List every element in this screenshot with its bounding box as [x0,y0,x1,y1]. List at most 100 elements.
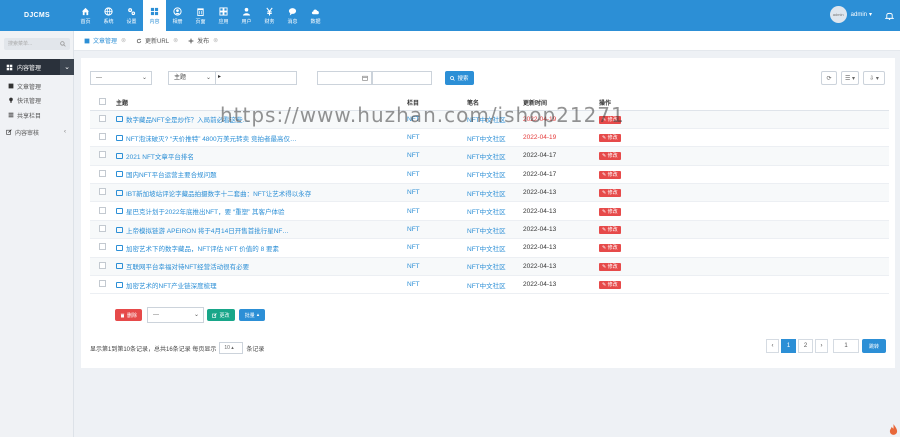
table-row[interactable]: 星巴克计划于2022年底推出NFT，要 “重塑” 其客户体验 NFT NFT中文社区… [90,201,889,221]
search-button[interactable]: 搜索 [445,71,474,85]
sidebar-item-shared[interactable]: 共享栏目 [0,109,74,121]
tab-publish[interactable]: 发布 ⊗ [188,36,218,45]
category-cell: NFT [407,165,467,185]
article-title-link[interactable]: 星巴克计划于2022年底推出NFT，要 “重塑” 其客户体验 [116,206,407,216]
edit-button[interactable]: ✎ 修改 [599,170,621,179]
tab-articles[interactable]: 文章管理 ⊗ [84,36,126,45]
change-label: 更改 [219,312,230,319]
table-row[interactable]: 数字藏品NFT全是炒作？入局前必看这些… NFT NFT中文社区 2022-04-19… [90,110,889,129]
nav-item-data[interactable]: 数据 [304,0,327,31]
bulk-category-select[interactable]: --- ⌄ [147,307,204,323]
date-start-input[interactable] [317,71,372,85]
col-author[interactable]: 笔名 [467,96,523,111]
nav-item-home[interactable]: 首页 [74,0,97,31]
article-title-link[interactable]: 加密艺术的NFT产业链深度梳理 [116,280,407,290]
page-size-select[interactable]: 10 ▴ [219,342,244,354]
article-title-link[interactable]: 数字藏品NFT全是炒作？入局前必看这些… [116,114,407,124]
image-icon [116,134,123,141]
table-row[interactable]: 2021 NFT文章平台排名 NFT NFT中文社区 2022-04-17 ✎ 修改 [90,146,889,166]
article-title-link[interactable]: 互联网平台幸福对待NFT经营活动很有必要 [116,261,407,271]
row-checkbox[interactable] [99,261,106,269]
title-cell: 上帝模拟链游 APEIRON 将于4月14日开售首批行星NF… [116,220,407,240]
nav-item-system[interactable]: 系统 [97,0,120,31]
refresh-button[interactable]: ⟳ [821,71,837,85]
tab-update-url[interactable]: 更新URL ⊗ [136,36,178,45]
table-row[interactable]: IBT新加坡站评论字藏品拍摄数字十二套曲：NFT让艺术得以永存 NFT NFT中文社… [90,183,889,203]
edit-button[interactable]: ✎ 修改 [599,152,621,161]
col-title[interactable]: 主题 [116,96,407,111]
category-select[interactable]: --- ⌄ [90,71,152,85]
page-2[interactable]: 2 [798,339,813,353]
nav-item-messages[interactable]: 消息 [281,0,304,31]
close-icon[interactable]: ⊗ [173,37,178,44]
row-checkbox[interactable] [99,169,106,177]
nav-item-settings[interactable]: 设置 [120,0,143,31]
table-row[interactable]: 上帝模拟链游 APEIRON 将于4月14日开售首批行星NF… NFT NFT中文社… [90,220,889,240]
export-button[interactable]: ⇩ ▾ [863,71,885,85]
article-title-link[interactable]: 加密艺术下的数字藏品，NFT评估 NFT 价值的 8 要素 [116,243,407,253]
user-menu[interactable]: admin admin ▾ [829,6,872,23]
close-icon[interactable]: ⊗ [121,37,126,44]
close-icon[interactable]: ⊗ [213,37,218,44]
edit-button[interactable]: ✎ 修改 [599,115,621,124]
delete-button[interactable]: 删除 [115,309,142,321]
date-end-input[interactable] [372,71,432,85]
keyword-input[interactable]: ▸ [215,71,297,85]
edit-button[interactable]: ✎ 修改 [599,189,621,198]
edit-button[interactable]: ✎ 修改 [599,281,621,290]
page-jump-button[interactable]: 跳转 [862,339,886,353]
page-prev[interactable]: ‹ [766,339,779,353]
nav-item-page[interactable]: 页面 [189,0,212,31]
app-logo[interactable]: DJCMS [0,0,74,31]
sidebar-menu-content[interactable]: 内容管理 ⌄ [0,59,74,75]
row-checkbox[interactable] [99,188,106,196]
article-title-link[interactable]: 国内NFT平台运营主要合规问题 [116,169,407,179]
col-category[interactable]: 栏目 [407,96,467,111]
row-checkbox[interactable] [99,225,106,233]
row-checkbox[interactable] [99,151,106,159]
table-row[interactable]: 互联网平台幸福对待NFT经营活动很有必要 NFT NFT中文社区 2022-04-13… [90,257,889,277]
select-all-checkbox[interactable] [99,98,106,106]
nav-item-album[interactable]: 相册 [166,0,189,31]
article-title-link[interactable]: 上帝模拟链游 APEIRON 将于4月14日开售首批行星NF… [116,225,407,235]
edit-button[interactable]: ✎ 修改 [599,134,621,143]
nav-item-finance[interactable]: 财务 [258,0,281,31]
edit-button[interactable]: ✎ 修改 [599,207,621,216]
row-checkbox[interactable] [99,133,106,141]
sidebar-item-label: 文章管理 [17,84,42,91]
table-row[interactable]: NFT泡沫破灭? “天价推特” 4800万美元转卖 竞拍者最高仅… NFT NFT中… [90,128,889,148]
row-checkbox[interactable] [99,243,106,251]
table-row[interactable]: 加密艺术下的数字藏品，NFT评估 NFT 价值的 8 要素 NFT NFT中文社区 2… [90,238,889,258]
sidebar-item-news[interactable]: 快讯管理 [0,94,74,106]
chevron-down-icon[interactable]: ⌄ [60,59,74,75]
sidebar-item-review[interactable]: 内容审核 ‹ [0,126,74,138]
columns-button[interactable]: ☰ ▾ [841,71,859,85]
category-cell: NFT [407,110,467,129]
article-title-link[interactable]: NFT泡沫破灭? “天价推特” 4800万美元转卖 竞拍者最高仅… [116,133,407,143]
bell-icon[interactable] [885,11,894,20]
article-title-link[interactable]: 2021 NFT文章平台排名 [116,151,407,161]
sidebar-item-articles[interactable]: 文章管理 [0,80,74,92]
category-cell: NFT [407,220,467,240]
edit-button[interactable]: ✎ 修改 [599,226,621,235]
row-checkbox[interactable] [99,114,106,122]
article-title-link[interactable]: IBT新加坡站评论字藏品拍摄数字十二套曲：NFT让艺术得以永存 [116,188,407,198]
table-row[interactable]: 国内NFT平台运营主要合规问题 NFT NFT中文社区 2022-04-17 ✎ 修改 [90,165,889,185]
row-checkbox[interactable] [99,280,106,288]
edit-button[interactable]: ✎ 修改 [599,244,621,253]
page-jump-input[interactable]: 1 [833,339,859,353]
nav-item-users[interactable]: 用户 [235,0,258,31]
nav-item-apps[interactable]: 应用 [212,0,235,31]
row-checkbox[interactable] [99,206,106,214]
table-row[interactable]: 加密艺术的NFT产业链深度梳理 NFT NFT中文社区 2022-04-13 ✎ 修改 [90,275,889,295]
batch-button[interactable]: 批量 ▴ [239,309,265,321]
author-cell: NFT中文社区 [467,110,523,129]
page-1[interactable]: 1 [781,339,796,353]
sidebar-search-input[interactable]: 搜索菜单... [4,38,70,50]
col-updated[interactable]: 更新时间 [523,96,599,111]
edit-button[interactable]: ✎ 修改 [599,262,621,271]
page-next[interactable]: › [815,339,828,353]
change-button[interactable]: 更改 [207,309,235,321]
field-select[interactable]: 主题 ⌄ [168,71,216,85]
nav-item-content[interactable]: 内容 [143,0,166,31]
